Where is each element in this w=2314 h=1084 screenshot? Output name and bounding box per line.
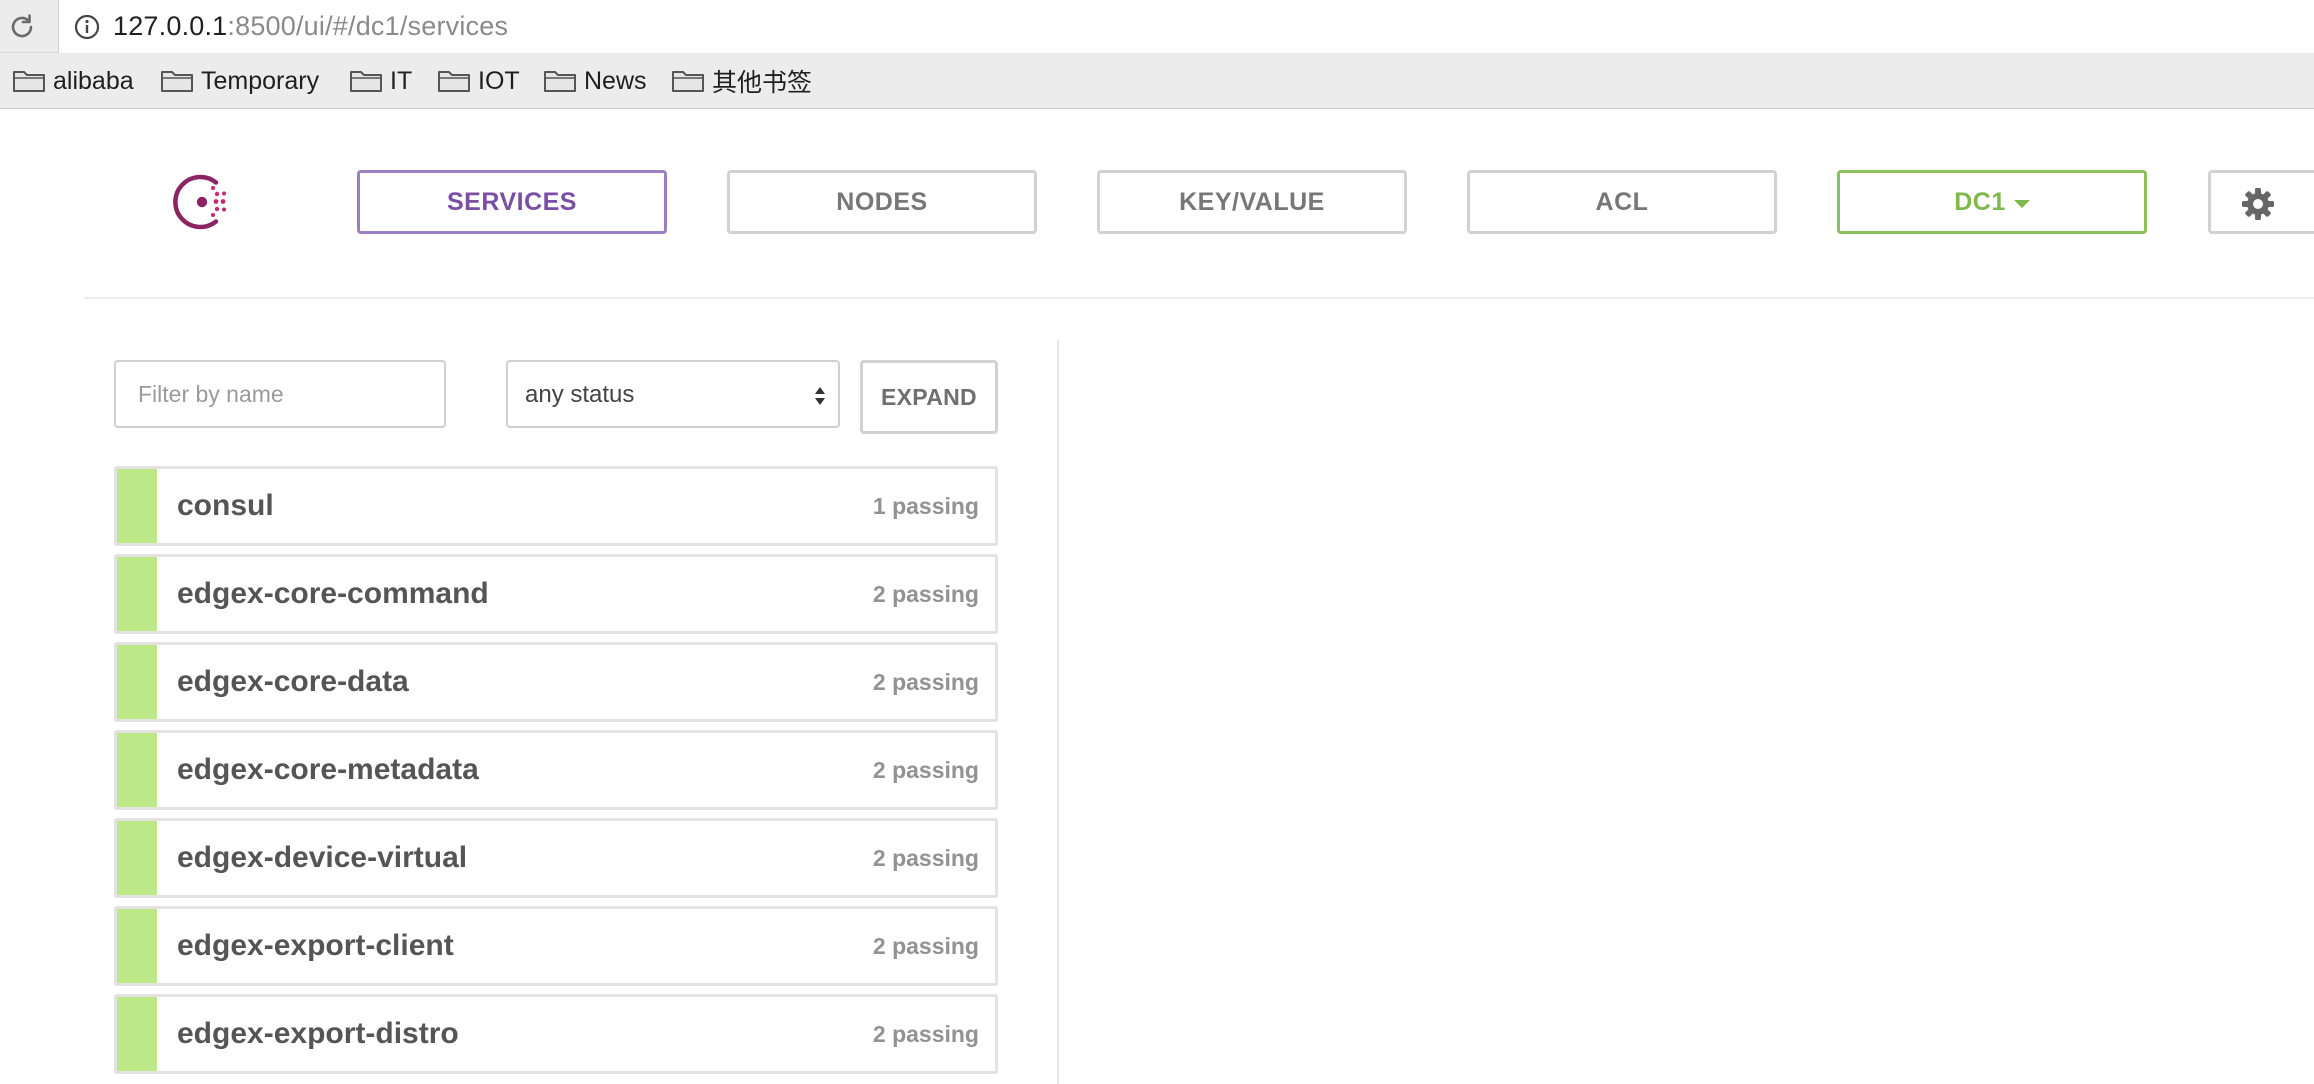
bookmark-it[interactable]: IT (349, 66, 412, 96)
folder-icon (13, 71, 45, 92)
folder-icon (672, 71, 704, 92)
bookmarks-bar: alibaba Temporary IT IOT News 其他书签 (0, 53, 2314, 109)
service-check-count: 2 passing (872, 669, 979, 695)
folder-icon (350, 71, 382, 92)
folder-icon (438, 71, 470, 92)
column-divider (1057, 340, 1059, 1084)
status-select[interactable]: any status (506, 360, 840, 428)
gear-icon (2242, 188, 2274, 220)
bookmark-label: 其他书签 (712, 69, 813, 97)
service-check-count: 2 passing (872, 757, 979, 783)
nav-nodes-button[interactable]: NODES (727, 170, 1037, 234)
datacenter-label: DC1 (1954, 187, 2006, 216)
service-name: edgex-device-virtual (177, 841, 468, 874)
service-check-count: 2 passing (872, 581, 979, 607)
service-row-consul[interactable]: consul 1 passing (114, 466, 998, 546)
service-check-count: 2 passing (872, 933, 979, 959)
service-name: consul (177, 489, 274, 522)
service-check-count: 2 passing (872, 1021, 979, 1047)
service-row-edgex-core-command[interactable]: edgex-core-command 2 passing (114, 554, 998, 634)
bookmark-temporary[interactable]: Temporary (160, 66, 319, 96)
reload-icon[interactable] (6, 11, 38, 43)
browser-address-bar: 127.0.0.1:8500/ui/#/dc1/services (0, 0, 2314, 53)
service-name: edgex-core-data (177, 665, 409, 698)
folder-icon (161, 71, 193, 92)
bookmark-label: IT (390, 66, 413, 95)
expand-button[interactable]: EXPAND (860, 360, 998, 434)
health-indicator (117, 733, 157, 807)
info-icon[interactable] (73, 13, 101, 41)
filter-by-name-input[interactable] (114, 360, 446, 428)
nav-acl-button[interactable]: ACL (1467, 170, 1777, 234)
bookmark-label: alibaba (53, 66, 134, 95)
nav-key-value-button[interactable]: KEY/VALUE (1097, 170, 1407, 234)
consul-logo-icon[interactable] (172, 170, 236, 234)
datacenter-dropdown[interactable]: DC1 (1837, 170, 2147, 234)
service-row-edgex-device-virtual[interactable]: edgex-device-virtual 2 passing (114, 818, 998, 898)
service-name: edgex-export-distro (177, 1017, 459, 1050)
url-field[interactable]: 127.0.0.1:8500/ui/#/dc1/services (58, 0, 2314, 53)
service-check-count: 1 passing (872, 493, 979, 519)
bookmark-other[interactable]: 其他书签 (671, 66, 813, 97)
service-check-count: 2 passing (872, 845, 979, 871)
select-arrows-icon (815, 387, 825, 405)
status-select-value: any status (525, 381, 635, 408)
settings-button[interactable] (2208, 170, 2314, 234)
health-indicator (117, 557, 157, 631)
service-row-edgex-export-client[interactable]: edgex-export-client 2 passing (114, 906, 998, 986)
service-name: edgex-export-client (177, 929, 454, 962)
service-list: consul 1 passing edgex-core-command 2 pa… (114, 466, 998, 1082)
health-indicator (117, 469, 157, 543)
url-host: 127.0.0.1 (113, 11, 228, 41)
service-row-edgex-core-metadata[interactable]: edgex-core-metadata 2 passing (114, 730, 998, 810)
health-indicator (117, 909, 157, 983)
bookmark-news[interactable]: News (543, 66, 647, 96)
url-path: :8500/ui/#/dc1/services (227, 11, 509, 41)
nav-services-button[interactable]: SERVICES (357, 170, 667, 234)
bookmark-label: Temporary (201, 66, 320, 95)
folder-icon (544, 71, 576, 92)
health-indicator (117, 997, 157, 1071)
health-indicator (117, 821, 157, 895)
service-row-edgex-export-distro[interactable]: edgex-export-distro 2 passing (114, 994, 998, 1074)
bookmark-label: IOT (478, 66, 520, 95)
url-text: 127.0.0.1:8500/ui/#/dc1/services (113, 11, 508, 41)
service-name: edgex-core-metadata (177, 753, 479, 786)
bookmark-alibaba[interactable]: alibaba (12, 66, 134, 96)
health-indicator (117, 645, 157, 719)
caret-down-icon (2013, 200, 2030, 208)
bookmark-label: News (584, 66, 647, 95)
bookmark-iot[interactable]: IOT (437, 66, 520, 96)
service-row-edgex-core-data[interactable]: edgex-core-data 2 passing (114, 642, 998, 722)
service-name: edgex-core-command (177, 577, 489, 610)
header-divider (84, 297, 2314, 299)
